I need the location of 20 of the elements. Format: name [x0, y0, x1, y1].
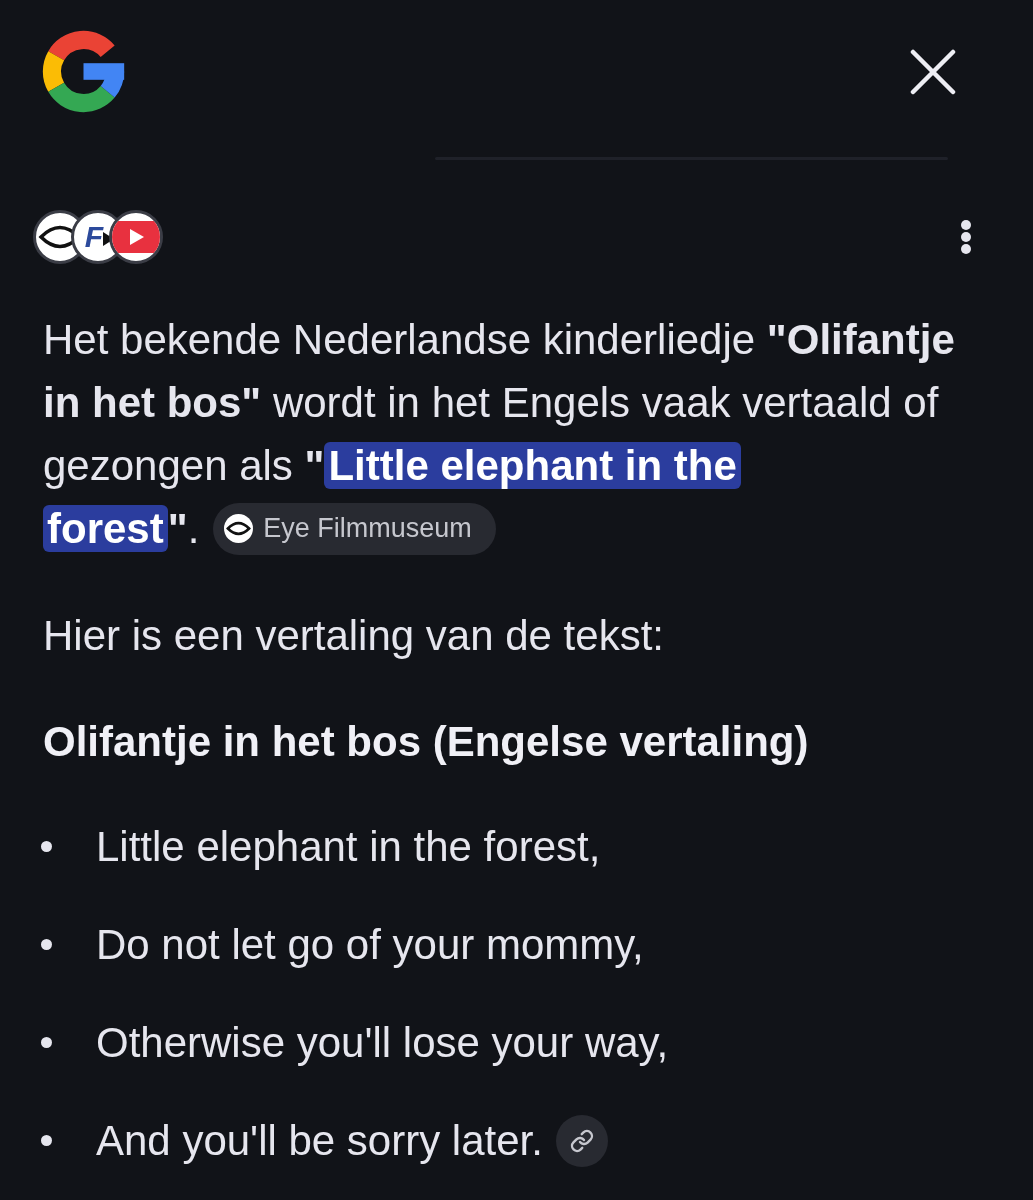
close-button[interactable] — [910, 48, 956, 95]
bullet-icon — [41, 841, 52, 852]
more-vert-icon — [960, 219, 972, 255]
link-icon — [569, 1128, 594, 1153]
verse-text: Little elephant in the forest, — [96, 822, 601, 872]
bullet-icon — [41, 1135, 52, 1146]
eye-logo-icon — [224, 514, 254, 544]
verse-text: Otherwise you'll lose your way, — [96, 1018, 669, 1068]
verse-text: And you'll be sorry later. — [96, 1116, 543, 1166]
bullet-icon — [41, 939, 52, 950]
more-options-button[interactable] — [960, 219, 972, 255]
source-chip[interactable]: Eye Filmmuseum — [213, 502, 496, 555]
close-icon — [910, 48, 956, 95]
verse-text: Do not let go of your mommy, — [96, 920, 644, 970]
bullet-icon — [41, 1037, 52, 1048]
g-logo-icon — [42, 30, 125, 113]
intro-text: Het bekende Nederlandse kinderliedje "Olifantje in het bos" wordt in het Engels vaak vertaald of gezongen als "Little elephant in the forest". Eye Filmmuseum — [43, 308, 993, 560]
section-heading: Olifantje in het bos (Engelse vertaling) — [43, 717, 810, 767]
play-logo-icon — [109, 210, 163, 264]
lead-text: Hier is een vertaling van de tekst: — [43, 611, 665, 661]
